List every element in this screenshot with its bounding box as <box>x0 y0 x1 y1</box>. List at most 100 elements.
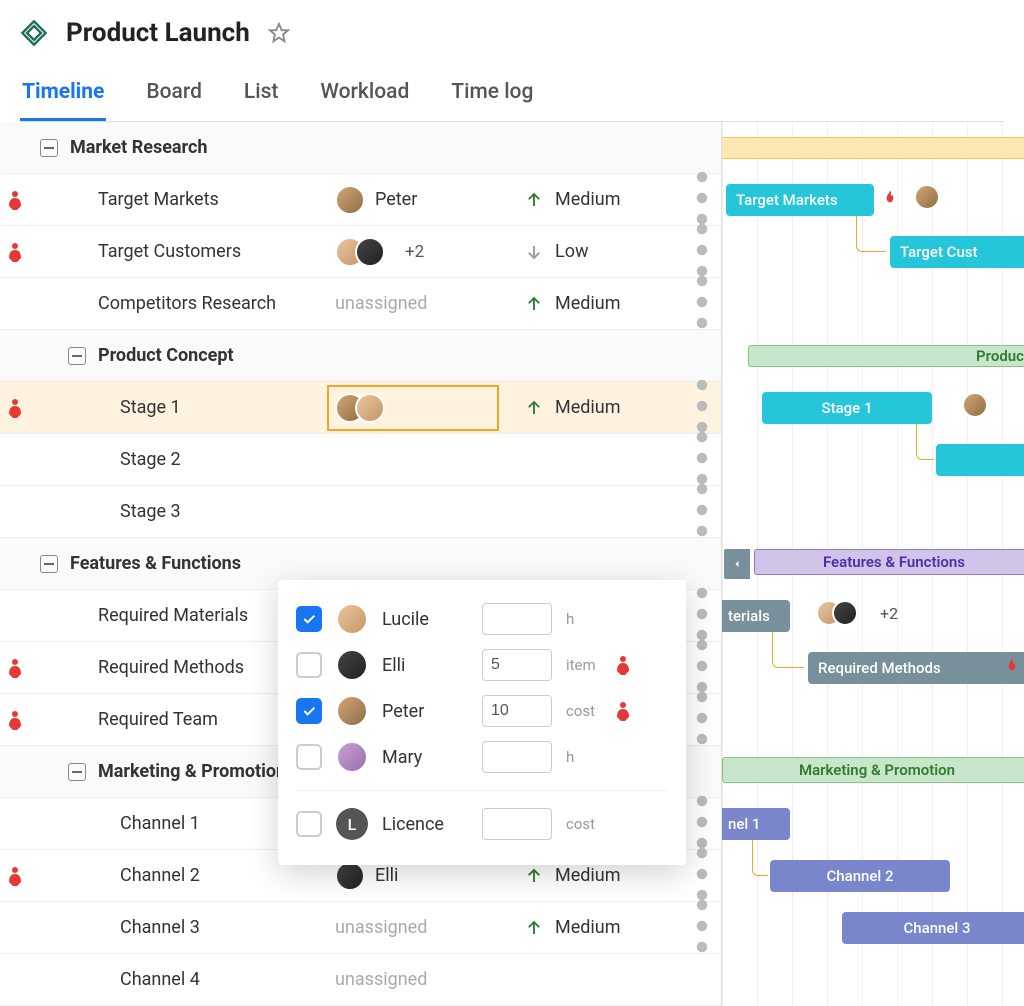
arrow-up-icon <box>525 399 543 417</box>
task-label: Required Methods <box>40 657 244 678</box>
assignee-cell[interactable]: unassigned <box>335 917 525 938</box>
priority-label: Medium <box>555 397 621 418</box>
collapse-toggle[interactable] <box>68 763 86 781</box>
row-menu-icon[interactable] <box>695 430 709 490</box>
collapse-toggle[interactable] <box>68 347 86 365</box>
task-row-channel3[interactable]: Channel 3 unassigned Medium <box>0 902 721 954</box>
project-title: Product Launch <box>66 18 250 48</box>
collapse-toggle[interactable] <box>40 555 58 573</box>
avatar-stack <box>816 600 858 626</box>
assignee-cell[interactable] <box>335 393 525 423</box>
row-menu-icon[interactable] <box>695 690 709 750</box>
avatar <box>355 237 385 267</box>
checkbox[interactable] <box>296 652 322 678</box>
gantt-bar-materials[interactable]: terials <box>722 600 790 632</box>
checkbox[interactable] <box>296 744 322 770</box>
assignee-cell[interactable]: unassigned <box>335 969 525 990</box>
gantt-bar-stage1[interactable]: Stage 1 <box>762 392 932 424</box>
checkbox[interactable] <box>296 698 322 724</box>
row-menu-icon[interactable] <box>695 898 709 958</box>
gantt-bar-channel2[interactable]: Channel 2 <box>770 860 950 892</box>
task-label: Channel 3 <box>40 917 200 938</box>
hours-input[interactable] <box>482 695 552 727</box>
gantt-bar-target-markets[interactable]: Target Markets <box>726 184 874 216</box>
gantt-bar-label: Stage 1 <box>822 399 873 417</box>
checkbox[interactable] <box>296 811 322 837</box>
arrow-up-icon <box>525 867 543 885</box>
gantt-bar-label: nel 1 <box>728 815 760 833</box>
gantt-panel[interactable]: Target Markets Target Cust Product Stage… <box>722 122 1024 1006</box>
task-row-target-customers[interactable]: Target Customers +2 Low <box>0 226 721 278</box>
priority-cell[interactable]: Medium <box>525 865 685 886</box>
hours-input[interactable] <box>482 649 552 681</box>
row-menu-icon[interactable] <box>695 222 709 282</box>
row-menu-icon[interactable] <box>695 586 709 646</box>
person-name: Mary <box>382 747 468 768</box>
gantt-group-bar-features[interactable]: Features & Functions <box>754 549 1024 575</box>
assignee-name: unassigned <box>335 969 427 990</box>
tab-timelog[interactable]: Time log <box>449 72 535 121</box>
task-row-target-markets[interactable]: Target Markets Peter Medium <box>0 174 721 226</box>
gantt-bar-label: Channel 3 <box>903 919 970 937</box>
assignee-cell[interactable]: Elli <box>335 861 525 891</box>
priority-label: Medium <box>555 293 621 314</box>
row-menu-icon[interactable] <box>695 274 709 334</box>
group-label: Features & Functions <box>70 553 241 574</box>
row-menu-icon[interactable] <box>695 378 709 438</box>
row-menu-icon[interactable] <box>695 482 709 542</box>
gantt-group-bar-product-concept[interactable]: Product <box>748 345 1024 367</box>
hours-input[interactable] <box>482 741 552 773</box>
logo-icon <box>20 19 48 47</box>
priority-cell[interactable]: Medium <box>525 293 685 314</box>
priority-cell[interactable]: Medium <box>525 189 685 210</box>
gantt-bar-channel3[interactable]: Channel 3 <box>842 912 1024 944</box>
tab-list[interactable]: List <box>242 72 281 121</box>
unit-label: h <box>566 610 602 628</box>
gantt-bar-stage2[interactable] <box>936 444 1024 476</box>
star-icon[interactable] <box>268 22 290 44</box>
assignee-cell[interactable]: unassigned <box>335 293 525 314</box>
row-menu-icon[interactable] <box>695 794 709 854</box>
tab-timeline[interactable]: Timeline <box>20 72 106 121</box>
gantt-group-bar[interactable] <box>722 137 1024 159</box>
avatar-stack <box>335 393 385 423</box>
task-row-competitors[interactable]: Competitors Research unassigned Medium <box>0 278 721 330</box>
task-row-channel4[interactable]: Channel 4 unassigned <box>0 954 721 1006</box>
priority-cell[interactable]: Medium <box>525 917 685 938</box>
collapse-arrow-button[interactable] <box>724 549 750 579</box>
group-label: Marketing & Promotion <box>98 761 286 782</box>
tab-board[interactable]: Board <box>144 72 204 121</box>
gantt-bar-channel1[interactable]: nel 1 <box>722 808 790 840</box>
priority-cell[interactable]: Medium <box>525 397 685 418</box>
checkbox[interactable] <box>296 606 322 632</box>
collapse-toggle[interactable] <box>40 139 58 157</box>
row-menu-icon[interactable] <box>695 638 709 698</box>
gantt-bar-methods[interactable]: Required Methods <box>808 652 1024 684</box>
gantt-group-label: Product <box>976 347 1024 365</box>
unit-label: item <box>566 656 602 674</box>
hours-input[interactable] <box>482 808 552 840</box>
title-row: Product Launch <box>20 18 1004 48</box>
assignee-cell[interactable]: Peter <box>335 185 525 215</box>
gantt-group-label: Marketing & Promotion <box>799 761 955 779</box>
priority-label: Medium <box>555 917 621 938</box>
task-row-stage2[interactable]: Stage 2 <box>0 434 721 486</box>
assignee-cell[interactable]: +2 <box>335 237 525 267</box>
popover-row: Lucile h <box>296 596 668 642</box>
arrow-up-icon <box>525 295 543 313</box>
gantt-bar-target-customers[interactable]: Target Cust <box>890 236 1024 268</box>
row-menu-icon[interactable] <box>695 170 709 230</box>
row-menu-icon[interactable] <box>695 846 709 906</box>
task-label: Channel 2 <box>40 865 200 886</box>
licence-avatar: L <box>336 808 368 840</box>
hours-input[interactable] <box>482 603 552 635</box>
group-row-product-concept[interactable]: Product Concept <box>0 330 721 382</box>
gantt-group-bar-marketing[interactable]: Marketing & Promotion <box>722 757 1024 783</box>
tab-workload[interactable]: Workload <box>318 72 411 121</box>
task-row-stage3[interactable]: Stage 3 <box>0 486 721 538</box>
priority-cell[interactable]: Low <box>525 241 685 262</box>
more-count: +2 <box>405 242 424 262</box>
priority-label: Medium <box>555 189 621 210</box>
task-row-stage1[interactable]: Stage 1 Medium <box>0 382 721 434</box>
group-row-market-research[interactable]: Market Research <box>0 122 721 174</box>
